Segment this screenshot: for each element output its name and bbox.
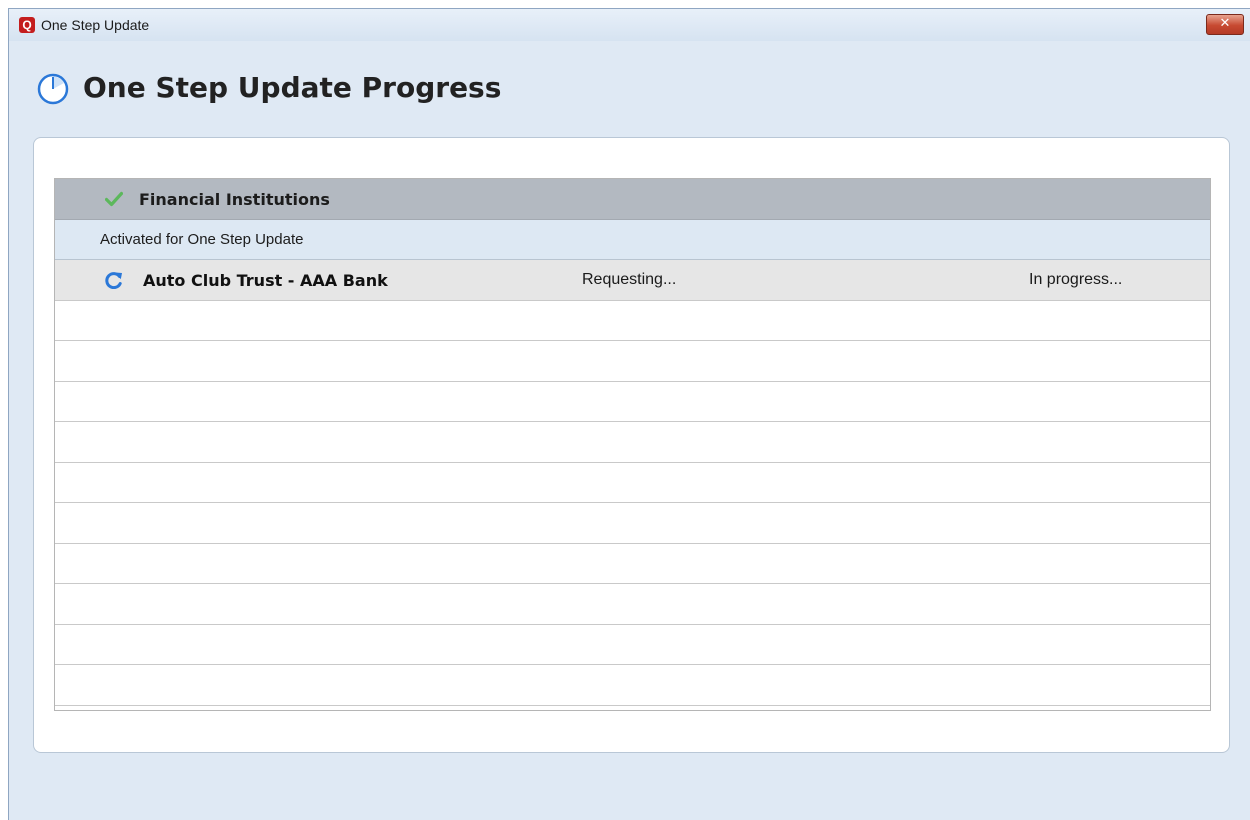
group-header-financial-institutions: Financial Institutions — [55, 179, 1210, 220]
empty-row — [55, 341, 1210, 382]
group-header-label: Financial Institutions — [139, 190, 330, 209]
quicken-app-icon: Q — [19, 17, 35, 33]
empty-row — [55, 463, 1210, 503]
progress-panel: Financial Institutions Activated for One… — [33, 137, 1230, 753]
subgroup-header-label: Activated for One Step Update — [100, 231, 304, 248]
subgroup-header: Activated for One Step Update — [55, 220, 1210, 260]
empty-row — [55, 382, 1210, 422]
empty-row — [55, 503, 1210, 544]
update-list[interactable]: Financial Institutions Activated for One… — [54, 178, 1211, 711]
empty-row — [55, 584, 1210, 625]
update-dialog-window: Q One Step Update ✕ One Step Update Prog… — [8, 8, 1250, 820]
refresh-icon — [105, 272, 122, 289]
empty-row — [55, 665, 1210, 706]
window-title: One Step Update — [41, 17, 150, 33]
checkmark-icon — [105, 191, 123, 207]
empty-row — [55, 301, 1210, 341]
empty-row — [55, 422, 1210, 463]
page-title: One Step Update Progress — [83, 71, 502, 104]
empty-row — [55, 544, 1210, 584]
close-button[interactable]: ✕ — [1206, 14, 1244, 35]
account-progress: In progress... — [1029, 271, 1123, 288]
account-row[interactable]: Auto Club Trust - AAA Bank Requesting...… — [55, 260, 1210, 301]
account-name: Auto Club Trust - AAA Bank — [143, 271, 388, 290]
account-status: Requesting... — [582, 271, 677, 288]
title-bar: Q One Step Update ✕ — [9, 9, 1250, 41]
empty-row — [55, 625, 1210, 665]
clock-icon — [37, 73, 69, 105]
